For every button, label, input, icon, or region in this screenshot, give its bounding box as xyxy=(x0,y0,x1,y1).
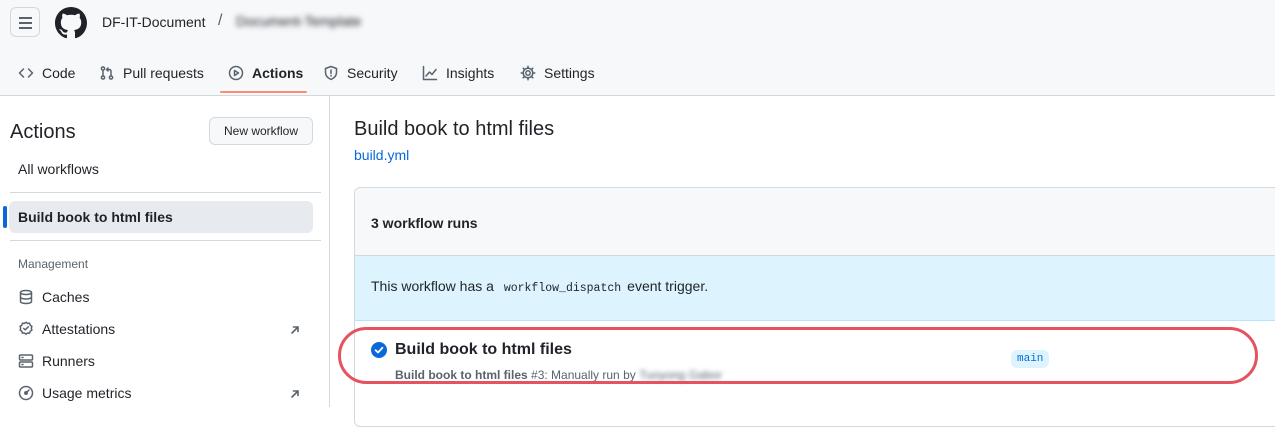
server-icon xyxy=(18,354,34,368)
dispatch-text: This workflow has a workflow_dispatch eve… xyxy=(371,278,708,295)
tab-security-label: Security xyxy=(347,64,398,81)
run-meta: Build book to html files #3: Manually ru… xyxy=(395,368,722,382)
tab-actions[interactable]: Actions xyxy=(228,50,303,95)
branch-label[interactable]: main xyxy=(1011,350,1050,368)
repo-header: DF-IT-Document / Document-Template Code … xyxy=(0,0,1275,96)
actions-sidebar: Actions New workflow All workflows Build… xyxy=(0,96,330,407)
repo-owner-link[interactable]: DF-IT-Document xyxy=(102,14,205,30)
active-tab-underline xyxy=(220,91,307,93)
tab-code-label: Code xyxy=(42,64,76,81)
workflow-file-link[interactable]: build.yml xyxy=(354,147,409,163)
git-pull-request-icon xyxy=(100,65,114,80)
repo-name-link[interactable]: Document-Template xyxy=(236,13,361,29)
workflow-runs-panel: 3 workflow runs This workflow has a work… xyxy=(354,187,1275,427)
database-icon xyxy=(19,289,33,305)
tab-actions-label: Actions xyxy=(252,64,304,81)
sidebar-item-runners[interactable]: Runners xyxy=(18,351,95,371)
dispatch-suffix: event trigger. xyxy=(627,278,709,294)
external-link-icon xyxy=(289,387,301,399)
selected-indicator xyxy=(3,206,7,228)
runs-count: 3 workflow runs xyxy=(371,215,478,231)
sidebar-item-attestations[interactable]: Attestations xyxy=(18,319,115,339)
sidebar-divider xyxy=(10,240,321,241)
dispatch-code: workflow_dispatch xyxy=(503,282,622,295)
sidebar-item-build-book[interactable]: Build book to html files xyxy=(18,209,173,225)
tab-code[interactable]: Code xyxy=(18,50,75,95)
gear-icon xyxy=(520,64,536,81)
sidebar-title: Actions xyxy=(10,121,76,143)
github-logo-icon[interactable] xyxy=(55,7,87,39)
hamburger-menu-button[interactable] xyxy=(10,7,40,37)
workflow-run-row[interactable]: Build book to html files Build book to h… xyxy=(355,321,1275,401)
code-icon xyxy=(18,67,34,78)
run-actor[interactable]: Tuoyong Gabor xyxy=(639,368,722,382)
tab-pull-requests-label: Pull requests xyxy=(123,64,204,81)
new-workflow-button[interactable]: New workflow xyxy=(209,117,313,145)
check-circle-icon xyxy=(371,342,387,358)
sidebar-item-label: Attestations xyxy=(42,321,116,337)
breadcrumb-separator: / xyxy=(218,12,223,29)
sidebar-divider xyxy=(10,192,321,193)
play-icon xyxy=(228,65,244,80)
dispatch-prefix: This workflow has a xyxy=(371,278,494,294)
sidebar-item-label: Runners xyxy=(42,353,95,369)
sidebar-item-all-workflows[interactable]: All workflows xyxy=(18,161,99,177)
tab-settings[interactable]: Settings xyxy=(520,50,595,95)
sidebar-item-usage-metrics[interactable]: Usage metrics xyxy=(18,383,131,403)
external-link-icon xyxy=(289,323,301,335)
runs-header: 3 workflow runs xyxy=(355,188,1275,256)
tab-insights[interactable]: Insights xyxy=(422,50,494,95)
sidebar-item-caches[interactable]: Caches xyxy=(18,287,89,307)
run-meta-workflow: Build book to html files xyxy=(395,368,528,382)
tab-security[interactable]: Security xyxy=(323,50,398,95)
workflow-title: Build book to html files xyxy=(354,118,555,140)
sidebar-item-label: Caches xyxy=(42,289,90,305)
tab-pull-requests[interactable]: Pull requests xyxy=(99,50,204,95)
graph-icon xyxy=(422,65,438,80)
dispatch-banner: This workflow has a workflow_dispatch eve… xyxy=(355,256,1275,321)
run-title[interactable]: Build book to html files xyxy=(395,341,572,359)
meter-icon xyxy=(18,385,34,401)
verified-icon xyxy=(19,321,33,335)
management-heading: Management xyxy=(18,257,89,271)
sidebar-item-label: Usage metrics xyxy=(42,385,132,401)
run-meta-detail: #3: Manually run by xyxy=(531,368,636,382)
shield-icon xyxy=(324,65,338,80)
tab-insights-label: Insights xyxy=(446,64,495,81)
tab-settings-label: Settings xyxy=(544,64,595,81)
